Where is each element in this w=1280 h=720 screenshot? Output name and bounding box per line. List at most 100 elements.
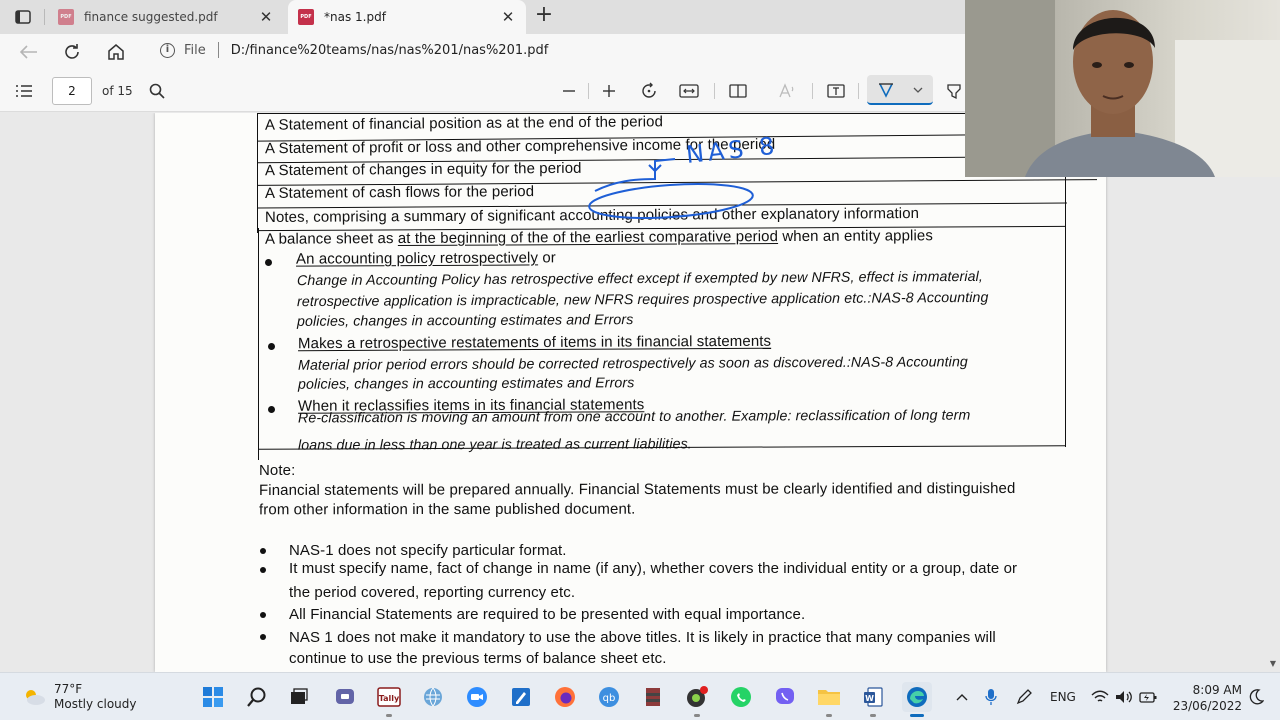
presenter-video-frame <box>965 0 1280 177</box>
tab-actions-button[interactable] <box>10 7 36 27</box>
wifi-status[interactable] <box>1091 673 1109 720</box>
add-text-button[interactable] <box>825 80 847 102</box>
refresh-button[interactable] <box>59 39 85 65</box>
bullet2-detail-line: Material prior period errors should be c… <box>297 354 968 374</box>
folder-icon <box>818 690 840 705</box>
chat-icon <box>336 689 354 704</box>
home-button[interactable] <box>103 39 129 65</box>
refresh-icon <box>65 44 79 59</box>
battery-status[interactable] <box>1139 673 1157 720</box>
page-number-input[interactable]: 2 <box>52 77 92 105</box>
archive-app[interactable] <box>638 682 668 712</box>
close-tab-icon[interactable]: ✕ <box>500 9 516 25</box>
file-explorer-app[interactable] <box>814 682 844 717</box>
wifi-icon <box>1091 690 1109 702</box>
tally-app[interactable]: Tally <box>374 682 404 717</box>
highlight-button[interactable] <box>943 80 965 102</box>
clock-date: 23/06/2022 <box>1172 699 1242 713</box>
draw-pen-icon <box>879 83 893 98</box>
toolbar-divider <box>588 83 589 99</box>
bullet-marker <box>268 343 275 350</box>
rotate-icon <box>642 82 656 98</box>
find-button[interactable] <box>146 80 168 102</box>
chevron-up-icon <box>956 694 968 701</box>
contents-button[interactable] <box>13 80 35 102</box>
svg-text:W: W <box>865 694 874 703</box>
bullet1-detail-line: policies, changes in accounting estimate… <box>296 312 634 330</box>
search-button[interactable] <box>242 682 272 712</box>
focus-assist-button[interactable] <box>1248 673 1264 720</box>
new-tab-button[interactable]: + <box>533 4 555 27</box>
weather-widget[interactable]: 77°F Mostly cloudy <box>22 682 137 712</box>
bullet-marker <box>260 548 266 554</box>
show-hidden-icons-button[interactable] <box>956 673 968 720</box>
windows-logo-icon <box>203 687 223 707</box>
draw-tool-button[interactable] <box>867 75 933 105</box>
snip-tool-app[interactable] <box>506 682 536 712</box>
bullet1-title: An accounting policy retrospectively or <box>296 249 556 267</box>
pen-annotation: NAS 8 <box>588 131 780 219</box>
plus-icon <box>603 85 615 97</box>
toolbar-divider <box>858 83 859 99</box>
running-indicator <box>870 714 876 717</box>
bullet3-detail-line: loans due in less than one year is treat… <box>297 436 692 454</box>
language-indicator[interactable]: ENG <box>1050 673 1076 720</box>
tab-divider <box>44 9 45 25</box>
pen-menu-button[interactable] <box>1015 673 1033 720</box>
fit-width-button[interactable] <box>678 80 700 102</box>
read-aloud-button[interactable] <box>776 80 798 102</box>
bullet2-detail-line: policies, changes in accounting estimate… <box>297 375 635 393</box>
bullet1-or: or <box>538 249 556 267</box>
firefox-app[interactable] <box>550 682 580 712</box>
globe-icon <box>424 687 442 707</box>
home-icon <box>108 44 124 60</box>
word-app[interactable]: W <box>858 682 888 717</box>
start-button[interactable] <box>198 682 228 712</box>
zoom-in-button[interactable] <box>598 80 620 102</box>
archive-icon <box>646 688 660 706</box>
point-item: continue to use the previous terms of ba… <box>289 650 667 667</box>
point-item: NAS-1 does not specify particular format… <box>289 542 567 559</box>
bullet-marker <box>260 634 266 640</box>
search-icon <box>149 83 165 99</box>
svg-text:qb: qb <box>603 693 616 704</box>
tab-nas-1[interactable]: PDF *nas 1.pdf ✕ <box>288 0 526 34</box>
volume-status[interactable] <box>1115 673 1133 720</box>
system-clock[interactable]: 8:09 AM 23/06/2022 <box>1166 682 1242 714</box>
running-indicator <box>694 714 700 717</box>
recorder-app[interactable] <box>682 682 712 717</box>
zoom-app[interactable] <box>462 682 492 712</box>
chevron-down-icon[interactable] <box>913 86 923 94</box>
bullet-marker <box>268 406 275 413</box>
whatsapp-icon <box>731 687 751 707</box>
rotate-button[interactable] <box>638 80 660 102</box>
site-info[interactable]: i File D:/finance%20teams/nas/nas%201/na… <box>160 42 548 58</box>
tally-icon: Tally <box>377 687 401 707</box>
back-button[interactable] <box>16 39 42 65</box>
speaker-icon <box>1116 691 1132 703</box>
bullet1-detail-line: Change in Accounting Policy has retrospe… <box>296 268 983 290</box>
highlighter-icon <box>947 84 961 100</box>
pdf-file-icon: PDF <box>298 9 314 25</box>
zoom-out-button[interactable] <box>558 80 580 102</box>
note-heading: Note: <box>259 462 296 479</box>
taskbar: 77°F Mostly cloudy Tally qb W ENG 8:09 A… <box>0 672 1280 720</box>
read-aloud-icon <box>779 83 794 98</box>
tab-finance-suggested[interactable]: PDF finance suggested.pdf ✕ <box>48 0 284 34</box>
battery-charging-icon <box>1139 692 1157 703</box>
viber-app[interactable] <box>770 682 800 712</box>
teams-chat-app[interactable] <box>330 682 360 712</box>
page-view-button[interactable] <box>727 80 749 102</box>
whatsapp-app[interactable] <box>726 682 756 712</box>
edge-app[interactable] <box>902 682 932 717</box>
running-indicator <box>826 714 832 717</box>
task-view-button[interactable] <box>284 682 314 712</box>
quickbooks-app[interactable]: qb <box>594 682 624 712</box>
pdf-viewport[interactable]: A Statement of financial position as at … <box>0 113 1280 672</box>
close-tab-icon[interactable]: ✕ <box>258 9 274 25</box>
url-field[interactable]: D:/finance%20teams/nas/nas%201/nas%201.p… <box>231 43 549 58</box>
table-of-contents-icon <box>16 85 32 97</box>
globe-app[interactable] <box>418 682 448 712</box>
scroll-down-arrow-icon[interactable]: ▼ <box>1270 659 1276 668</box>
microphone-button[interactable] <box>985 673 997 720</box>
